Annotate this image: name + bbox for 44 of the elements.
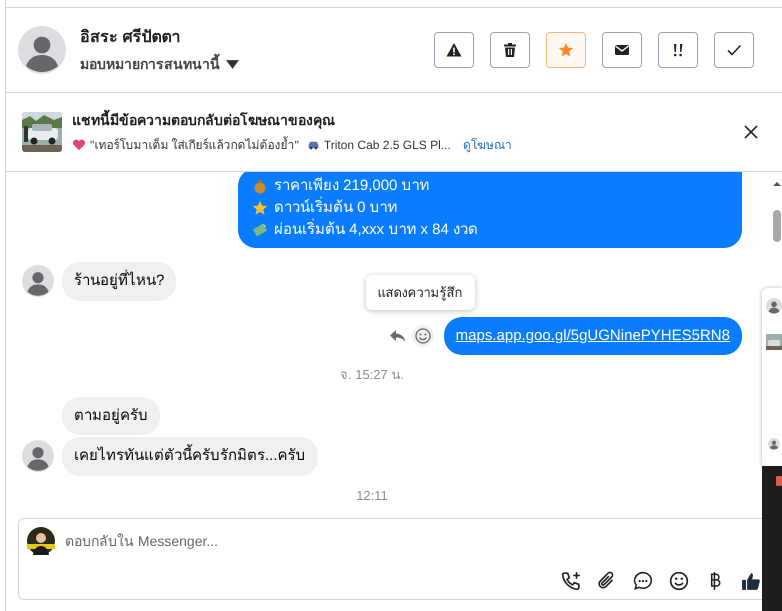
view-ad-link[interactable]: ดูโฆษณา — [462, 136, 512, 154]
tooltip: แสดงความรู้สึก — [366, 274, 475, 310]
message-input[interactable]: ตอบกลับใน Messenger... — [65, 530, 782, 552]
star-icon — [252, 200, 268, 216]
message-bubble: ร้านอยู่ที่ไหน? — [62, 262, 176, 300]
message-bubble: ตามอยู่ครับ — [62, 396, 160, 435]
star-icon — [558, 42, 574, 58]
warning-icon — [446, 42, 462, 58]
check-icon — [726, 42, 742, 58]
calendar-icon — [776, 476, 782, 486]
avatar-icon — [22, 265, 54, 298]
call-add-icon[interactable] — [561, 571, 581, 591]
avatar-icon — [768, 438, 780, 450]
avatar-icon — [22, 440, 54, 472]
timestamp: จ. 15:27 น. — [340, 366, 405, 384]
toolbar-button[interactable] — [602, 32, 642, 68]
car-icon — [306, 140, 320, 150]
assign-dropdown[interactable]: มอบหมายการสนทนานี้ — [80, 54, 239, 74]
toolbar-button[interactable] — [658, 32, 698, 68]
toolbar-button[interactable] — [490, 32, 530, 68]
ad-product: Triton Cab 2.5 GLS Pl... — [324, 137, 451, 154]
message-bubble: เคยไทรทันแต่ตัวนี้ครับรักมิตร...ครับ — [62, 437, 318, 476]
message-text: ราคาเพียง 219,000 บาท — [274, 176, 430, 196]
chat-icon[interactable] — [633, 571, 653, 591]
timestamp: 12:11 — [356, 486, 389, 504]
reply-icon — [390, 328, 406, 343]
emoji-icon — [414, 328, 431, 344]
ad-quote: "เทอร์โบมาเต็ม ใส่เกียร์แล้วกดไม่ต้องย้ำ" — [90, 136, 299, 154]
message-link[interactable]: maps.app.goo.gl/5gUGNinePYHES5RN8 — [444, 316, 742, 355]
avatar-icon — [766, 298, 782, 314]
money-bag-icon — [252, 178, 268, 194]
close-icon — [744, 125, 758, 139]
heart-icon — [72, 139, 86, 151]
message-text: ดาวน์เริ่มต้น 0 บาท — [274, 198, 398, 218]
toolbar-button[interactable] — [434, 32, 474, 68]
mail-icon — [614, 42, 630, 58]
contact-name: อิสระ ศรีปัตตา — [80, 27, 182, 48]
emoji-icon[interactable] — [669, 571, 689, 591]
caret-icon — [226, 60, 239, 68]
thumbs-up-icon[interactable] — [741, 571, 761, 591]
ad-reply-title: แชทนี้มีข้อความตอบกลับต่อโฆษณาของคุณ — [72, 110, 744, 131]
trash-icon — [502, 42, 518, 58]
message-text: ผ่อนเริ่มต้น 4,xxx บาท x 84 งวด — [274, 220, 478, 240]
avatar-icon — [18, 26, 66, 74]
